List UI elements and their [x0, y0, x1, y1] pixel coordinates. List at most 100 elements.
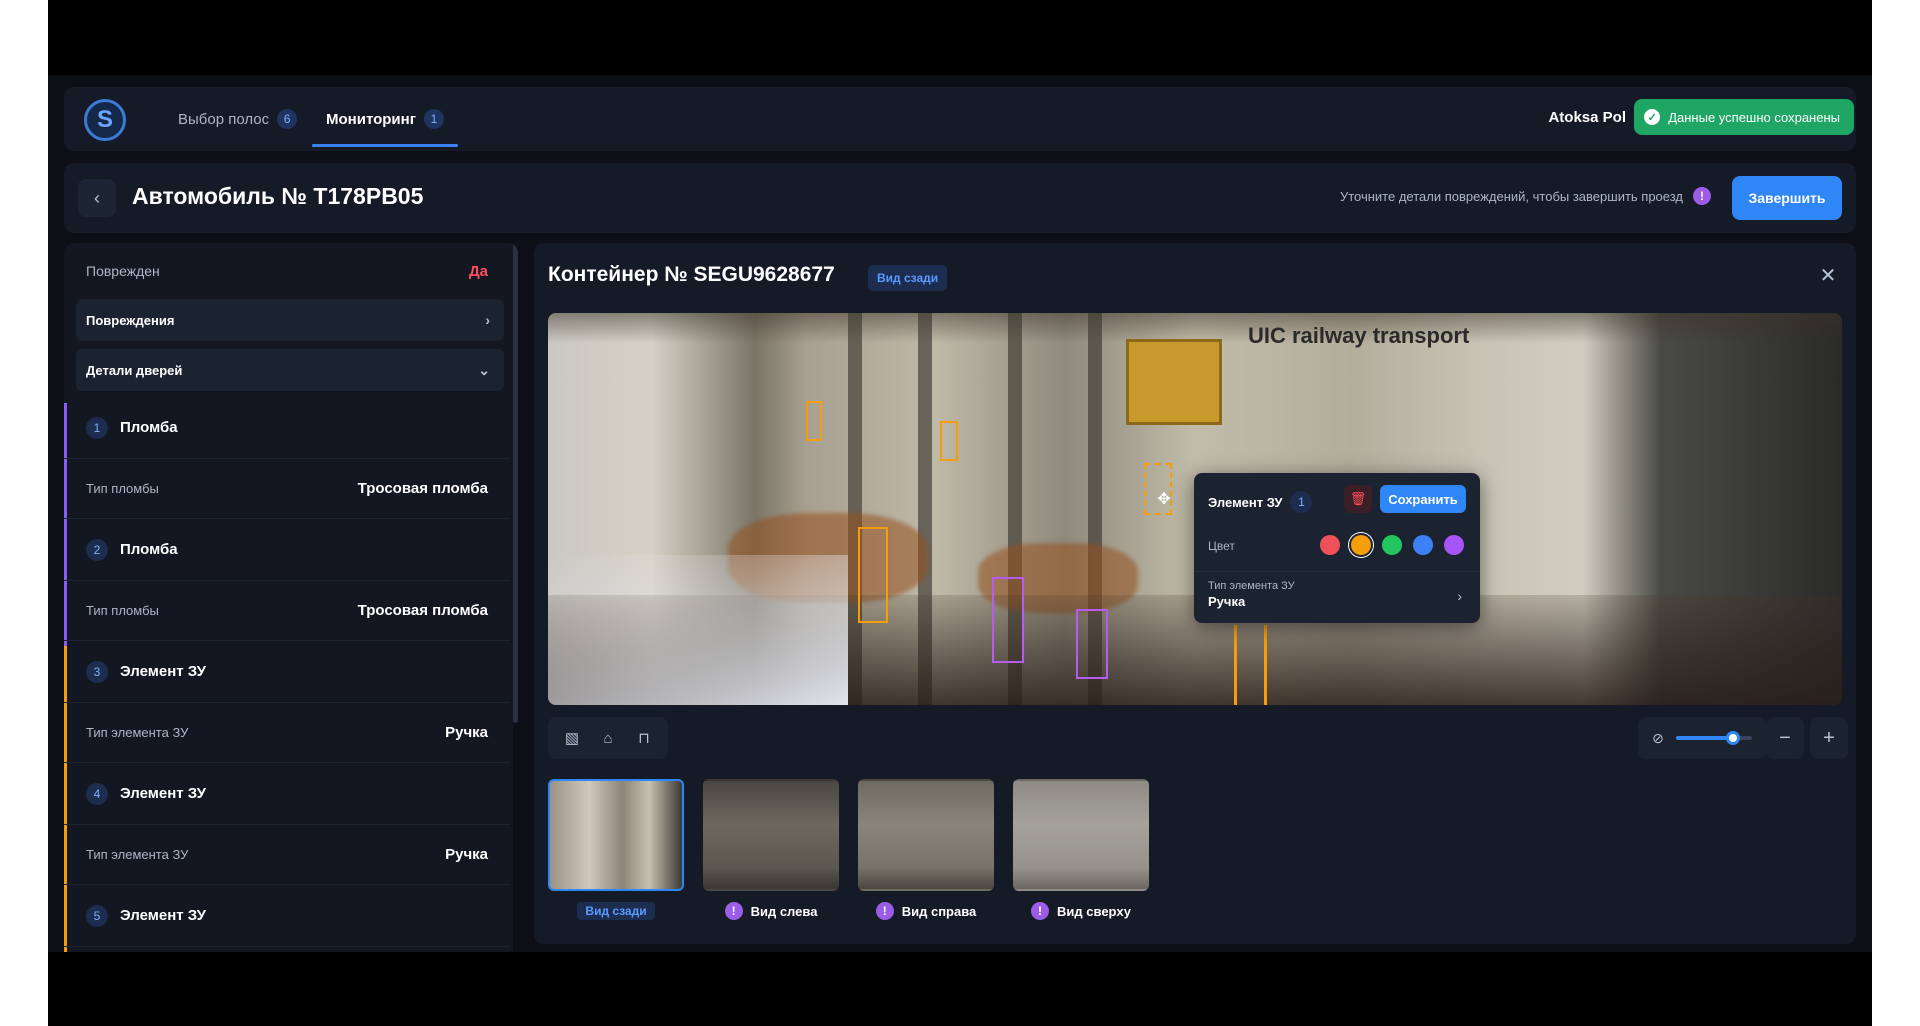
container-panel: Контейнер № SEGU9628677 Вид сзади ✕ UIC … — [534, 243, 1856, 944]
top-nav: S Выбор полос 6 Мониторинг 1 Atoksa Pol … — [64, 87, 1856, 151]
view-thumbnail[interactable]: ! Вид слева — [703, 779, 839, 921]
property-value: Ручка — [445, 846, 488, 863]
property-label: Тип элемента ЗУ — [86, 847, 189, 862]
save-button[interactable]: Сохранить — [1380, 485, 1466, 513]
sidebar-scrollbar[interactable] — [513, 243, 518, 952]
delete-button[interactable]: 🗑 — [1344, 485, 1372, 513]
trash-icon: 🗑 — [1349, 491, 1367, 506]
thumbnail-image[interactable] — [1013, 779, 1149, 891]
logo-icon[interactable]: S — [84, 99, 126, 141]
detection-box[interactable] — [940, 421, 958, 461]
zoom-in-button[interactable]: + — [1810, 717, 1848, 759]
hint-text: Уточните детали повреждений, чтобы завер… — [1339, 188, 1683, 204]
element-type-select[interactable]: Тип элемента ЗУ Ручка › — [1194, 571, 1480, 623]
type-value: Ручка — [1208, 594, 1246, 609]
cargo-plate — [1126, 339, 1222, 425]
popup-title: Элемент ЗУ 1 — [1208, 491, 1313, 513]
back-button[interactable]: ‹ — [78, 179, 116, 217]
finish-button[interactable]: Завершить — [1732, 176, 1842, 220]
list-item-property[interactable]: Тип элемента ЗУ Ручка — [64, 703, 510, 763]
item-title: Элемент ЗУ — [120, 663, 206, 680]
tab-label: Выбор полос — [178, 110, 270, 128]
color-swatch[interactable] — [1351, 535, 1371, 555]
thumbnail-label: Вид сзади — [577, 902, 655, 920]
item-title: Пломба — [120, 419, 178, 436]
page-title: Автомобиль № Т178РВ05 — [132, 183, 424, 209]
thumbnail-image[interactable] — [548, 779, 684, 891]
list-item-header[interactable]: 2 Пломба — [64, 519, 510, 581]
color-swatch[interactable] — [1382, 535, 1402, 555]
view-thumbnails: Вид сзади ! Вид слева! Вид справа ! Вид сверх… — [548, 779, 1248, 929]
view-thumbnail[interactable]: Вид сзади — [548, 779, 684, 921]
check-icon: ✓ — [1644, 109, 1661, 125]
move-icon[interactable]: ✥ — [1154, 489, 1174, 509]
list-item-header[interactable]: 1 Пломба — [64, 397, 510, 459]
item-title: Пломба — [120, 541, 178, 558]
item-number: 2 — [86, 538, 108, 561]
zoom-control: ⊘ — [1638, 717, 1766, 759]
zoom-icon: ⊘ — [1652, 729, 1664, 746]
view-thumbnail[interactable]: ! Вид сверху — [1013, 779, 1149, 921]
photo-snow — [548, 555, 848, 705]
thumbnail-caption: ! Вид слева — [703, 901, 839, 921]
popup-count: 1 — [1290, 491, 1313, 513]
color-swatch[interactable] — [1444, 535, 1464, 555]
view-thumbnail[interactable]: ! Вид справа — [858, 779, 994, 921]
app-window: S Выбор полос 6 Мониторинг 1 Atoksa Pol … — [48, 75, 1872, 952]
thumbnail-caption: Вид сзади — [548, 901, 684, 921]
container-title: Контейнер № SEGU9628677 — [548, 263, 835, 286]
close-icon[interactable]: ✕ — [1814, 261, 1842, 289]
completion-hint: Уточните детали повреждений, чтобы завер… — [1340, 187, 1711, 205]
plus-icon: + — [1823, 726, 1835, 749]
detection-box[interactable] — [992, 577, 1024, 663]
list-item-header[interactable]: 4 Элемент ЗУ — [64, 763, 510, 825]
tab-lane-selection[interactable]: Выбор полос 6 — [178, 87, 298, 151]
user-name[interactable]: Atoksa Pol — [1548, 109, 1626, 126]
list-item-property[interactable]: Тип элемента ЗУ Ручка — [64, 825, 510, 885]
color-label: Цвет — [1208, 539, 1235, 553]
list-item-header[interactable]: 5 Элемент ЗУ — [64, 885, 510, 947]
thumbnail-label: Вид справа — [901, 903, 977, 919]
accordion-label: Детали дверей — [86, 362, 183, 378]
tag-icon[interactable]: ⌂ — [593, 723, 623, 753]
door-details-accordion[interactable]: Детали дверей ⌄ — [76, 349, 504, 391]
list-item-property[interactable]: Тип пломбы Тросовая пломба — [64, 459, 510, 519]
property-label: Тип пломбы — [86, 481, 159, 496]
post-marker — [1234, 625, 1237, 705]
warning-icon: ! — [875, 902, 894, 920]
minus-icon: − — [1779, 726, 1791, 749]
chevron-down-icon: ⌄ — [478, 361, 490, 378]
detection-box[interactable] — [858, 527, 888, 623]
color-swatch[interactable] — [1413, 535, 1433, 555]
element-popup: Элемент ЗУ 1 🗑 Сохранить Цвет Тип элемен… — [1194, 473, 1480, 623]
property-value: Ручка — [445, 724, 488, 741]
zoom-slider-handle[interactable] — [1726, 731, 1740, 745]
item-number: 3 — [86, 660, 108, 683]
damaged-label: Поврежден — [86, 263, 160, 279]
zoom-out-button[interactable]: − — [1766, 717, 1804, 759]
tab-monitoring[interactable]: Мониторинг 1 — [312, 87, 458, 151]
container-photo[interactable]: UIC railway transport ✥ Элемент ЗУ 1 🗑 С — [548, 313, 1842, 705]
lock-icon[interactable]: ⊓ — [629, 723, 659, 753]
accordion-label: Повреждения — [86, 312, 175, 328]
damaged-value: Да — [468, 262, 488, 280]
scrollbar-thumb[interactable] — [513, 243, 518, 723]
annotation-toolbar: ▧ ⌂ ⊓ — [548, 717, 668, 759]
popup-title-text: Элемент ЗУ — [1208, 494, 1283, 510]
crop-icon[interactable]: ▧ — [557, 723, 587, 753]
thumbnail-image[interactable] — [858, 779, 994, 891]
damages-accordion[interactable]: Повреждения › — [76, 299, 504, 341]
thumbnail-image[interactable] — [703, 779, 839, 891]
warning-icon: ! — [1693, 187, 1711, 205]
toast-message: Данные успешно сохранены — [1668, 109, 1840, 125]
property-value: Тросовая пломба — [357, 480, 488, 497]
warning-icon: ! — [1031, 902, 1050, 920]
detection-box[interactable] — [1076, 609, 1108, 679]
property-value: Тросовая пломба — [357, 602, 488, 619]
zoom-slider[interactable] — [1676, 731, 1752, 745]
detection-box[interactable] — [806, 401, 822, 441]
warning-icon: ! — [724, 902, 743, 920]
color-swatch[interactable] — [1320, 535, 1340, 555]
list-item-header[interactable]: 3 Элемент ЗУ — [64, 641, 510, 703]
list-item-property[interactable]: Тип пломбы Тросовая пломба — [64, 581, 510, 641]
